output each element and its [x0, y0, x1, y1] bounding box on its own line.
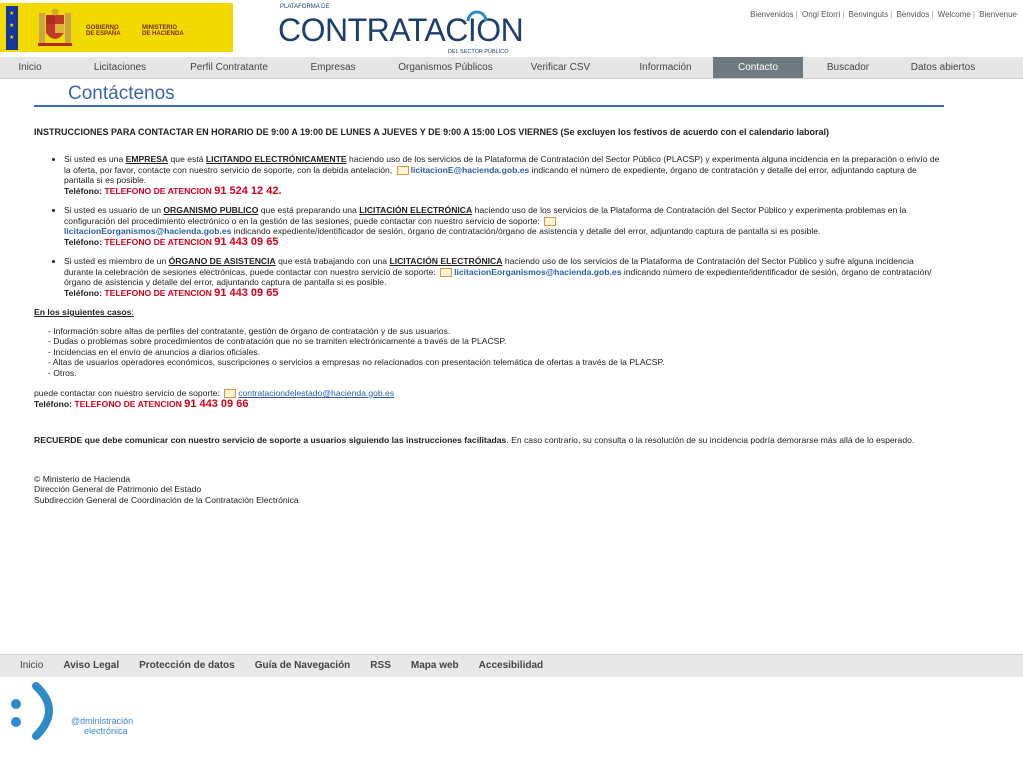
nav-inicio[interactable]: Inicio: [0, 57, 60, 78]
other-cases-list: - Información sobre altas de perfiles de…: [48, 326, 944, 379]
lang-link-eu[interactable]: Ongi Etorri: [802, 10, 840, 19]
other-case-item: - Información sobre altas de perfiles de…: [48, 325, 451, 336]
lang-link-gl[interactable]: Benvidos: [896, 10, 929, 19]
case-empresa: Si usted es una EMPRESA que está LICITAN…: [64, 154, 944, 196]
nav-datos-abiertos[interactable]: Datos abiertos: [893, 57, 993, 78]
nav-licitaciones[interactable]: Licitaciones: [60, 57, 180, 78]
brand-prefix: PLATAFORMA DE: [280, 4, 330, 10]
organismo-term: ORGANISMO PUBLICO: [163, 205, 259, 215]
licitacion-term: LICITACIÓN ELECTRÓNICA: [389, 256, 503, 266]
email-link-licitacione[interactable]: licitacionE@hacienda.gob.es: [411, 165, 530, 175]
credit-line: © Ministerio de Hacienda: [34, 473, 131, 484]
nav-informacion[interactable]: Información: [618, 57, 713, 78]
other-case-item: - Altas de usuarios operadores económico…: [48, 357, 665, 367]
phone-number: 91 443 09 65: [214, 286, 279, 299]
plataforma-contratacion-logo[interactable]: PLATAFORMA DE CONTRATACION DEL SECTOR PÚ…: [278, 2, 528, 56]
footer-link-accesibilidad[interactable]: Accesibilidad: [479, 655, 543, 677]
email-link-licitacioneorganismos[interactable]: licitacionEorganismos@hacienda.gob.es: [64, 226, 231, 236]
credit-line: Subdirección General de Coordinación de …: [34, 494, 299, 505]
email-icon: [396, 165, 409, 175]
brand-suffix: DEL SECTOR PÚBLICO: [448, 49, 509, 55]
main-nav: Inicio Licitaciones Perfil Contratante E…: [0, 57, 1023, 79]
empresa-term: EMPRESA: [125, 154, 169, 164]
case-organismo-publico: Si usted es usuario de un ORGANISMO PUBL…: [64, 205, 944, 247]
email-icon: [440, 267, 453, 277]
footer-link-rss[interactable]: RSS: [370, 655, 391, 677]
other-case-item: - Incidencias en el envío de anuncios a …: [48, 346, 261, 357]
phone-line: Teléfono: TELEFONO DE ATENCION 91 443 09…: [34, 397, 249, 410]
administracion-electronica-logo[interactable]: @dministración electrónica: [8, 682, 148, 742]
lang-link-en[interactable]: Welcome: [938, 10, 971, 19]
nav-organismos-publicos[interactable]: Organismos Públicos: [388, 57, 503, 78]
nav-perfil-contratante[interactable]: Perfil Contratante: [180, 57, 278, 78]
brand-arc-icon: [466, 10, 488, 22]
email-link-contrataciondelestado[interactable]: contrataciondelestado@hacienda.gob.es: [238, 388, 394, 398]
footer-nav: Inicio Aviso Legal Protección de datos G…: [0, 654, 1023, 677]
other-case-item: - Otros.: [48, 367, 77, 378]
ae-line-2: electrónica: [84, 726, 128, 736]
spain-coat-of-arms-icon: [38, 8, 72, 46]
footer-link-mapa-web[interactable]: Mapa web: [411, 655, 459, 677]
nav-empresas[interactable]: Empresas: [278, 57, 388, 78]
phone-number: 91 524 12 42.: [214, 184, 282, 197]
top-header: ★ ★ ★ GOBIERNO DE ESPAÑA MINISTERIO DE HACIE…: [0, 0, 1023, 56]
gobierno-de-espana-logo[interactable]: ★ ★ ★ GOBIERNO DE ESPAÑA MINISTERIO DE HACIE…: [0, 3, 233, 52]
nav-verificar-csv[interactable]: Verificar CSV: [503, 57, 618, 78]
phone-line: Teléfono: TELEFONO DE ATENCION 91 443 09…: [64, 286, 279, 299]
footer-link-aviso-legal[interactable]: Aviso Legal: [63, 655, 119, 677]
lang-link-fr[interactable]: Bienvenue: [979, 10, 1017, 19]
email-icon: [544, 216, 557, 226]
organo-term: ÓRGANO DE ASISTENCIA: [168, 256, 276, 266]
email-icon: [224, 389, 237, 399]
licitando-term: LICITANDO ELECTRÓNICAMENTE: [205, 154, 347, 164]
footer-link-guia-navegacion[interactable]: Guía de Navegación: [255, 655, 351, 677]
smiley-logo-icon: [11, 682, 53, 740]
contact-cases-list: Si usted es una EMPRESA que está LICITAN…: [34, 154, 944, 298]
nav-contacto[interactable]: Contacto: [713, 57, 803, 78]
footer-link-proteccion-datos[interactable]: Protección de datos: [139, 655, 235, 677]
phone-number: 91 443 09 66: [184, 397, 249, 410]
page-title: Contáctenos: [68, 83, 175, 104]
ministry-credits: © Ministerio de Hacienda Dirección Gener…: [34, 474, 944, 506]
support-contact: puede contactar con nuestro servicio de …: [34, 388, 395, 399]
nav-buscador[interactable]: Buscador: [803, 57, 893, 78]
contact-content: INSTRUCCIONES PARA CONTACTAR EN HORARIO …: [34, 127, 944, 505]
gov-line-2: DE ESPAÑA: [86, 31, 121, 37]
recuerde-notice: RECUERDE que debe comunicar con nuestro …: [34, 435, 915, 445]
lang-link-ca[interactable]: Benvinguts: [849, 10, 889, 19]
footer-link-inicio[interactable]: Inicio: [20, 655, 43, 677]
case-organo-asistencia: Si usted es miembro de un ÓRGANO DE ASIS…: [64, 256, 944, 298]
licitacion-term: LICITACIÓN ELECTRÓNICA: [359, 205, 473, 215]
language-selector: Bienvenidos | Ongi Etorri | Benvinguts | Be…: [750, 10, 1017, 19]
credit-line: Dirección General de Patrimonio del Esta…: [34, 484, 202, 494]
ae-line-1: @dministración: [71, 716, 134, 726]
title-divider: [34, 105, 944, 107]
eu-flag-icon: ★ ★ ★: [6, 6, 18, 50]
phone-number: 91 443 09 65: [214, 235, 279, 248]
phone-line: Teléfono: TELEFONO DE ATENCION 91 524 12…: [64, 184, 282, 197]
schedule-instructions: INSTRUCCIONES PARA CONTACTAR EN HORARIO …: [34, 127, 830, 137]
email-link-licitacioneorganismos-2[interactable]: licitacionEorganismos@hacienda.gob.es: [454, 267, 621, 277]
other-case-item: - Dudas o problemas sobre procedimientos…: [48, 336, 507, 346]
ministry-line-2: DE HACIENDA: [142, 31, 184, 37]
lang-link-es[interactable]: Bienvenidos: [750, 10, 794, 19]
phone-line: Teléfono: TELEFONO DE ATENCION 91 443 09…: [64, 235, 279, 248]
other-cases-heading: En los siguientes casos:: [34, 307, 134, 317]
